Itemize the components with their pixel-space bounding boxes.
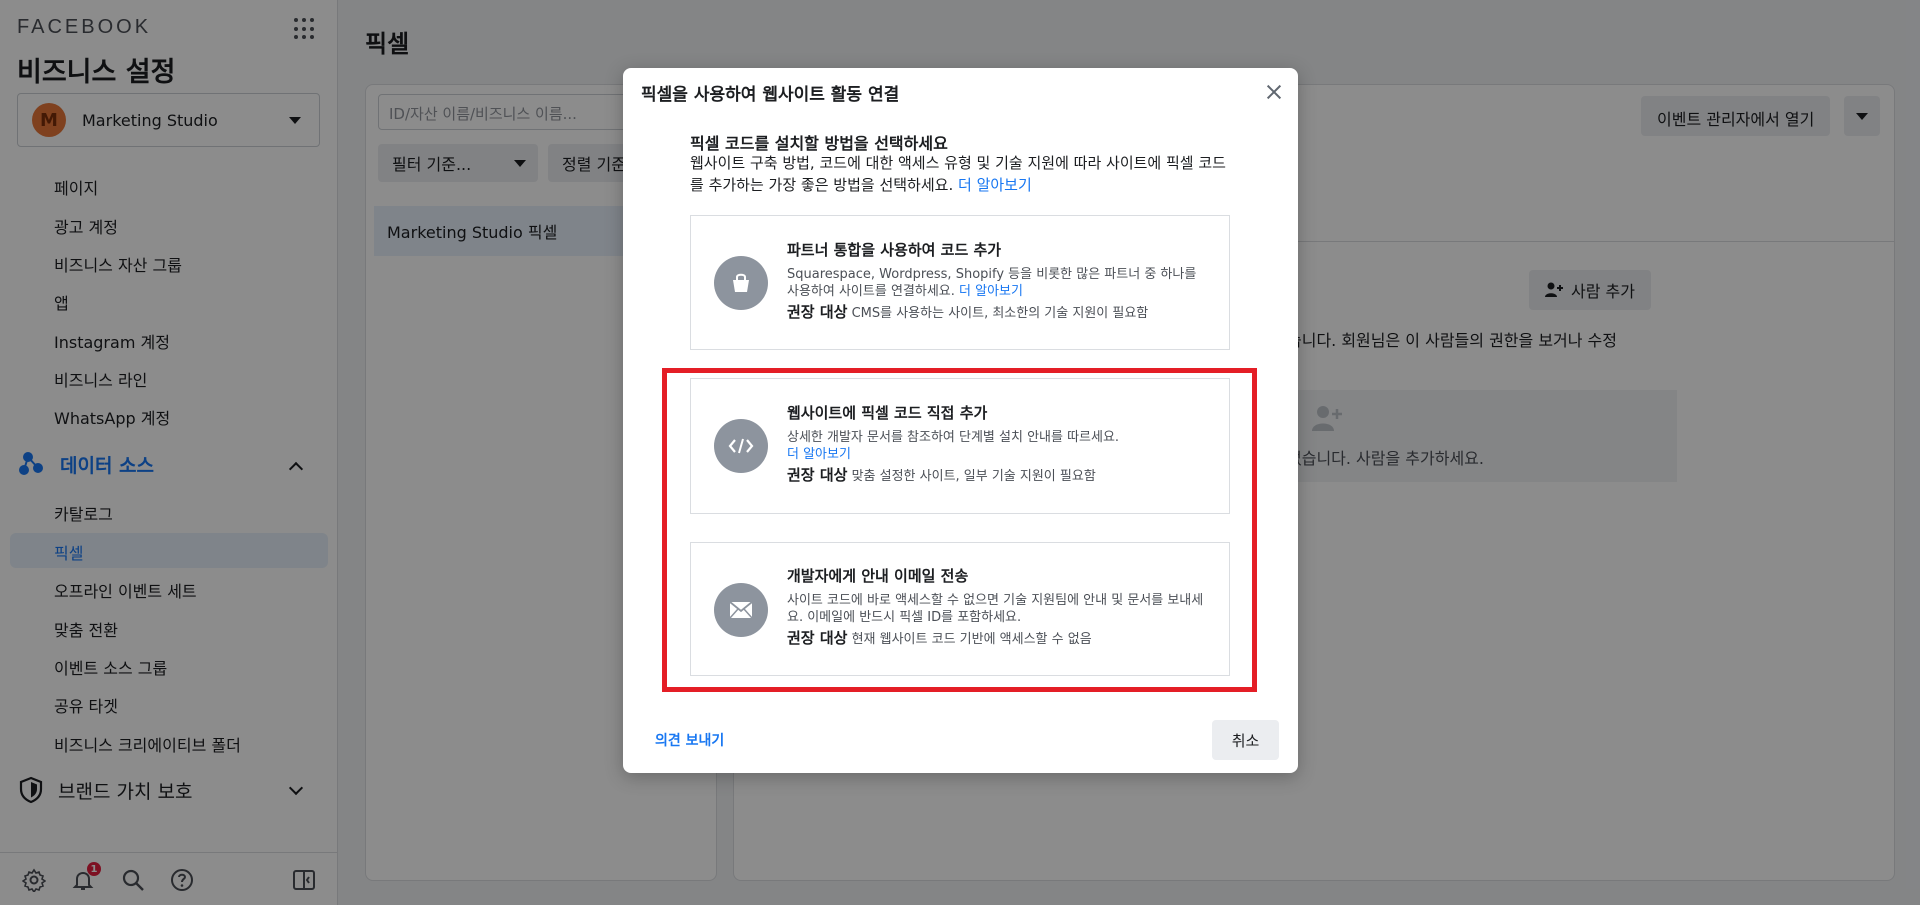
connect-website-modal: 픽셀을 사용하여 웹사이트 활동 연결 픽셀 코드를 설치할 방법을 선택하세요… xyxy=(623,68,1298,773)
option-recommended: 권장 대상 CMS를 사용하는 사이트, 최소한의 기술 지원이 필요함 xyxy=(787,301,1148,322)
choose-method-description: 웹사이트 구축 방법, 코드에 대한 액세스 유형 및 기술 지원에 따라 사이… xyxy=(690,152,1235,196)
option-title: 파트너 통합을 사용하여 코드 추가 xyxy=(787,241,1002,259)
send-feedback-link[interactable]: 의견 보내기 xyxy=(655,730,724,750)
modal-title: 픽셀을 사용하여 웹사이트 활동 연결 xyxy=(641,85,900,105)
recommended-text: CMS를 사용하는 사이트, 최소한의 기술 지원이 필요함 xyxy=(851,306,1149,321)
close-icon[interactable] xyxy=(1264,82,1284,102)
learn-more-link[interactable]: 더 알아보기 xyxy=(958,176,1032,194)
shopping-bag-icon xyxy=(714,256,768,310)
recommended-label: 권장 대상 xyxy=(787,303,848,321)
cancel-button[interactable]: 취소 xyxy=(1212,720,1279,760)
option-partner-integration[interactable]: 파트너 통합을 사용하여 코드 추가 Squarespace, Wordpres… xyxy=(690,215,1230,350)
learn-more-link[interactable]: 더 알아보기 xyxy=(959,284,1023,299)
highlight-box xyxy=(662,368,1257,692)
option-description: Squarespace, Wordpress, Shopify 등을 비롯한 많… xyxy=(787,266,1207,300)
choose-method-heading: 픽셀 코드를 설치할 방법을 선택하세요 xyxy=(690,134,948,153)
